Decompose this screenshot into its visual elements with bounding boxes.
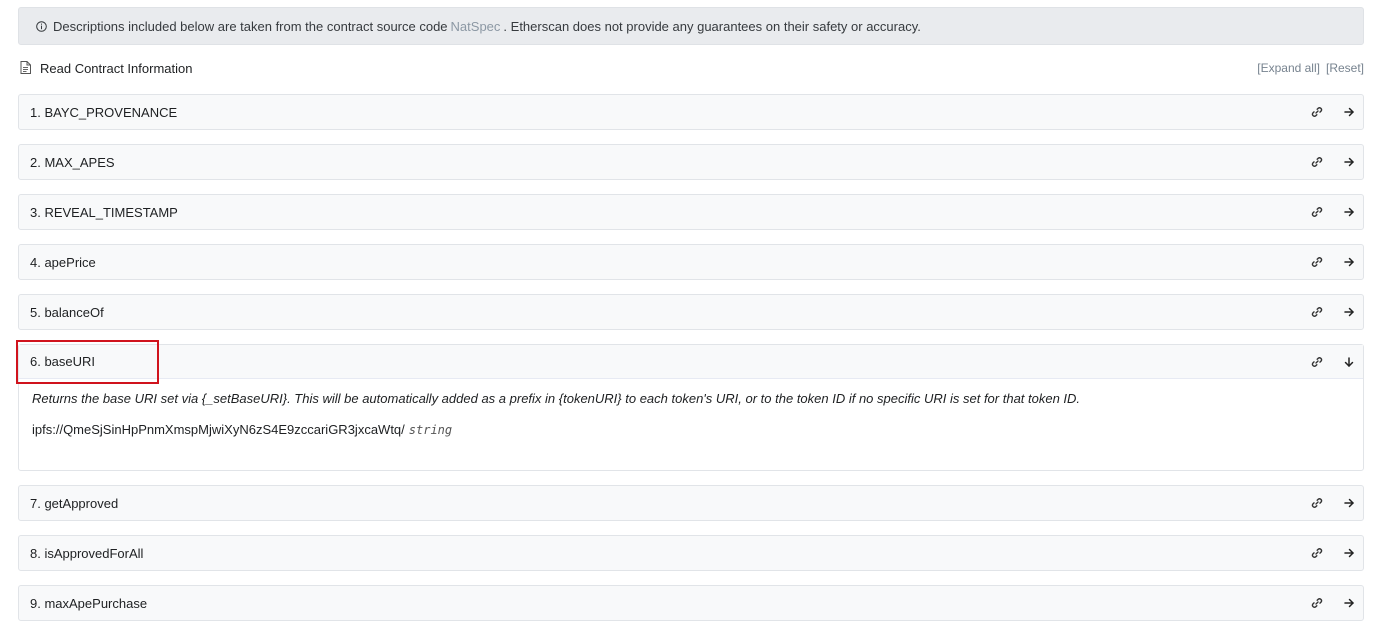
info-icon [36, 20, 47, 32]
arrow-right-icon[interactable] [1342, 155, 1356, 169]
function-card-bayc-provenance[interactable]: 1. BAYC_PROVENANCE [18, 94, 1364, 130]
natspec-notice: Descriptions included below are taken fr… [18, 7, 1364, 45]
function-result: ipfs://QmeSjSinHpPnmXmspMjwiXyN6zS4E9zcc… [32, 422, 1350, 437]
function-title[interactable]: 7. getApproved [30, 496, 118, 511]
function-card-base-uri[interactable]: 6. baseURI Returns the base URI set via … [18, 344, 1364, 471]
section-title: Read Contract Information [40, 60, 193, 76]
function-card-ape-price[interactable]: 4. apePrice [18, 244, 1364, 280]
link-icon[interactable] [1310, 355, 1324, 369]
link-icon[interactable] [1310, 105, 1324, 119]
read-contract-header: Read Contract Information [Expand all] [R… [18, 58, 1364, 78]
function-title[interactable]: 8. isApprovedForAll [30, 546, 143, 561]
arrow-down-icon[interactable] [1342, 355, 1356, 369]
expand-all-link[interactable]: [Expand all] [1257, 61, 1320, 75]
link-icon[interactable] [1310, 205, 1324, 219]
function-card-reveal-timestamp[interactable]: 3. REVEAL_TIMESTAMP [18, 194, 1364, 230]
link-icon[interactable] [1310, 255, 1324, 269]
arrow-right-icon[interactable] [1342, 546, 1356, 560]
result-value: ipfs://QmeSjSinHpPnmXmspMjwiXyN6zS4E9zcc… [32, 422, 405, 437]
function-card-max-ape-purchase[interactable]: 9. maxApePurchase [18, 585, 1364, 621]
function-description: Returns the base URI set via {_setBaseUR… [32, 391, 1081, 406]
function-card-is-approved-for-all[interactable]: 8. isApprovedForAll [18, 535, 1364, 571]
function-card-max-apes[interactable]: 2. MAX_APES [18, 144, 1364, 180]
arrow-right-icon[interactable] [1342, 305, 1356, 319]
function-title[interactable]: 9. maxApePurchase [30, 596, 147, 611]
link-icon[interactable] [1310, 496, 1324, 510]
link-icon[interactable] [1310, 596, 1324, 610]
function-body: Returns the base URI set via {_setBaseUR… [19, 379, 1363, 437]
arrow-right-icon[interactable] [1342, 205, 1356, 219]
function-title[interactable]: 3. REVEAL_TIMESTAMP [30, 205, 178, 220]
function-card-balance-of[interactable]: 5. balanceOf [18, 294, 1364, 330]
notice-text-after: . Etherscan does not provide any guarant… [503, 18, 921, 34]
reset-link[interactable]: [Reset] [1326, 61, 1364, 75]
function-card-get-approved[interactable]: 7. getApproved [18, 485, 1364, 521]
function-title[interactable]: 5. balanceOf [30, 305, 104, 320]
document-icon [20, 61, 32, 75]
arrow-right-icon[interactable] [1342, 596, 1356, 610]
link-icon[interactable] [1310, 546, 1324, 560]
function-title[interactable]: 1. BAYC_PROVENANCE [30, 105, 177, 120]
result-type: string [408, 423, 453, 437]
header-actions: [Expand all] [Reset] [1257, 61, 1364, 75]
link-icon[interactable] [1310, 305, 1324, 319]
function-title[interactable]: 2. MAX_APES [30, 155, 115, 170]
function-title[interactable]: 4. apePrice [30, 255, 96, 270]
natspec-link[interactable]: NatSpec [451, 19, 501, 34]
link-icon[interactable] [1310, 155, 1324, 169]
arrow-right-icon[interactable] [1342, 255, 1356, 269]
notice-text-before: Descriptions included below are taken fr… [53, 18, 448, 34]
arrow-right-icon[interactable] [1342, 496, 1356, 510]
arrow-right-icon[interactable] [1342, 105, 1356, 119]
function-title[interactable]: 6. baseURI [30, 354, 95, 369]
